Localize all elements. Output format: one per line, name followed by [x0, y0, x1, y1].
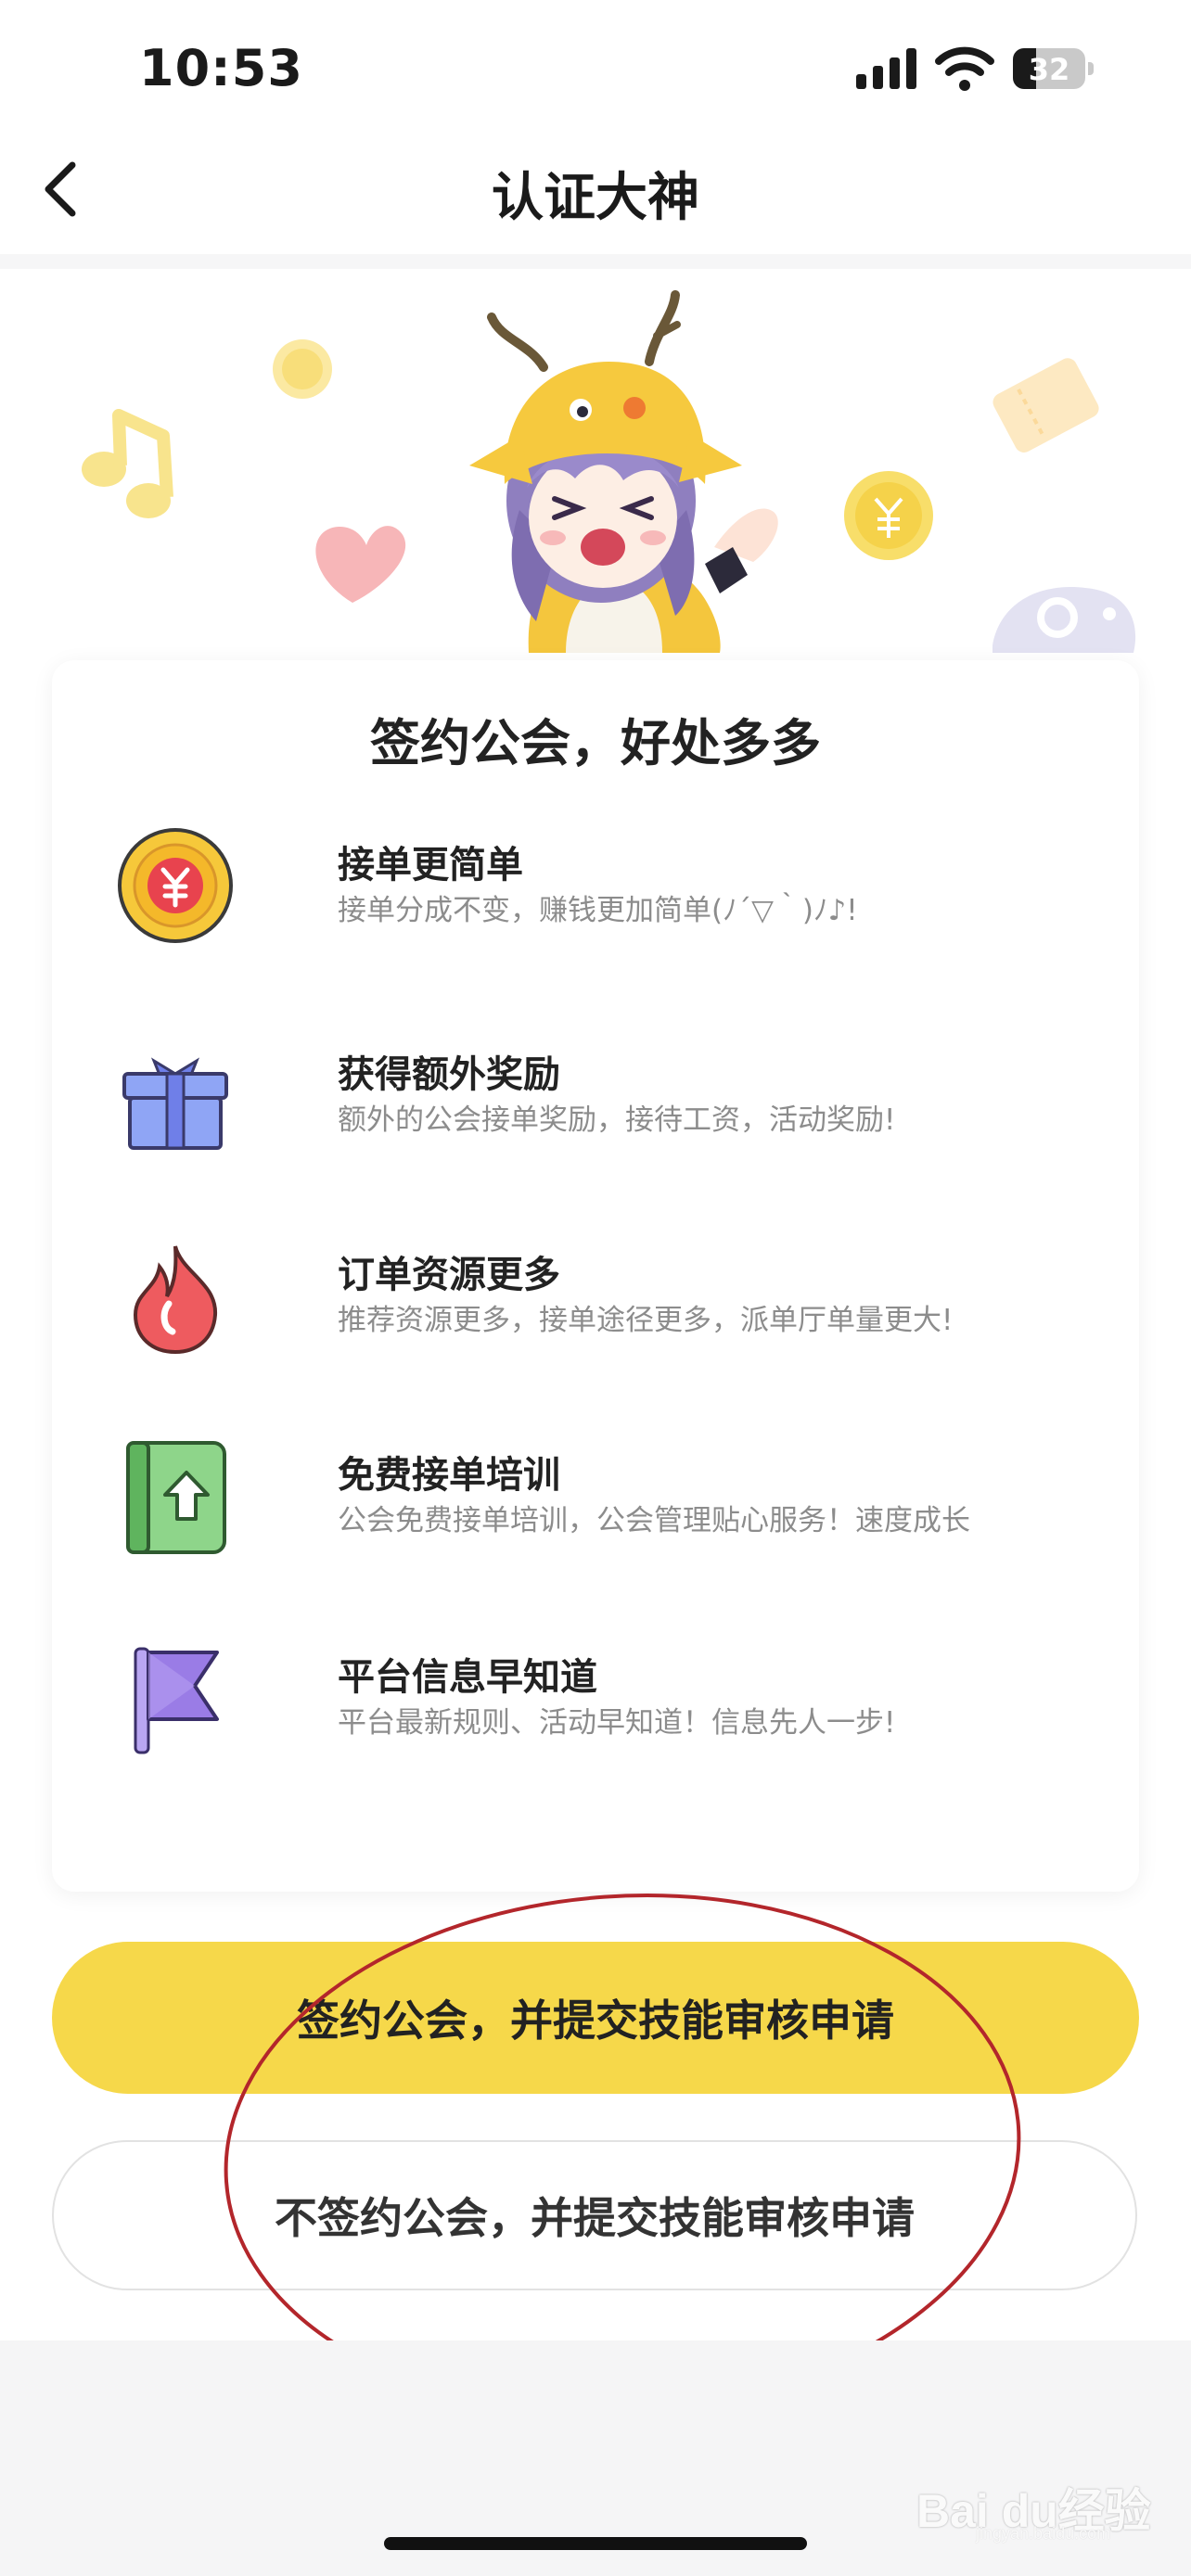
- benefit-item-extra-rewards: 获得额外奖励 额外的公会接单奖励，接待工资，活动奖励!: [115, 1035, 1098, 1165]
- benefit-title: 获得额外奖励: [338, 1053, 560, 1096]
- benefit-item-free-training: 免费接单培训 公会免费接单培训，公会管理贴心服务！速度成长: [115, 1435, 1098, 1565]
- battery-icon: 32: [1013, 48, 1085, 89]
- home-indicator[interactable]: [384, 2537, 807, 2550]
- flame-icon: [133, 1245, 218, 1355]
- benefit-title: 接单更简单: [338, 844, 523, 886]
- battery-nub: [1088, 62, 1094, 75]
- music-note-icon: [82, 409, 173, 518]
- ticket-icon: [992, 358, 1099, 453]
- mascot-character: [469, 290, 778, 653]
- coin-decoration-icon: [844, 471, 933, 560]
- gift-icon: [122, 1057, 228, 1150]
- sign-guild-submit-button[interactable]: 签约公会，并提交技能审核申请: [52, 1942, 1139, 2094]
- small-coin-icon: [273, 339, 332, 399]
- benefit-title: 平台信息早知道: [338, 1656, 597, 1699]
- watermark-url: jingyan.baidu.com: [976, 2524, 1111, 2543]
- benefit-title: 订单资源更多: [338, 1254, 560, 1296]
- no-sign-submit-button[interactable]: 不签约公会，并提交技能审核申请: [52, 2140, 1137, 2290]
- cellular-signal-icon: [856, 48, 916, 89]
- benefit-description: 公会免费接单培训，公会管理贴心服务！速度成长: [338, 1504, 970, 1537]
- card-title: 签约公会，好处多多: [370, 714, 821, 772]
- hero-illustration: [82, 290, 1136, 653]
- benefit-description: 推荐资源更多，接单途径更多，派单厅单量更大!: [338, 1304, 954, 1337]
- heart-icon: [315, 526, 406, 603]
- book-upload-icon: [126, 1441, 226, 1554]
- benefit-description: 接单分成不变，赚钱更加简单(ﾉ´▽｀)ﾉ♪!: [338, 894, 858, 927]
- page-title: 认证大神: [492, 168, 699, 228]
- benefits-card: 签约公会，好处多多 接单更简单 接单分成不变，赚钱更加简单(ﾉ´▽｀)ﾉ♪! 获…: [52, 660, 1139, 1892]
- wifi-icon: [935, 46, 994, 91]
- flag-icon: [134, 1647, 219, 1754]
- watermark: Bai du经验 jingyan.baidu.com: [911, 2448, 1161, 2543]
- benefit-description: 额外的公会接单奖励，接待工资，活动奖励!: [338, 1103, 896, 1137]
- battery-percent: 32: [1028, 52, 1070, 87]
- battery-indicator: 32: [1013, 48, 1095, 91]
- benefit-item-platform-info: 平台信息早知道 平台最新规则、活动早知道！信息先人一步!: [115, 1638, 1098, 1767]
- benefit-item-more-orders: 订单资源更多 推荐资源更多，接单途径更多，派单厅单量更大!: [115, 1235, 1098, 1365]
- benefit-title: 免费接单培训: [338, 1454, 560, 1497]
- benefit-description: 平台最新规则、活动早知道！信息先人一步!: [338, 1706, 896, 1740]
- benefit-item-simple-orders: 接单更简单 接单分成不变，赚钱更加简单(ﾉ´▽｀)ﾉ♪!: [115, 825, 1098, 955]
- status-time: 10:53: [139, 39, 303, 97]
- coin-icon: [118, 828, 233, 943]
- nav-divider: [0, 254, 1191, 269]
- gamepad-icon: [992, 587, 1136, 653]
